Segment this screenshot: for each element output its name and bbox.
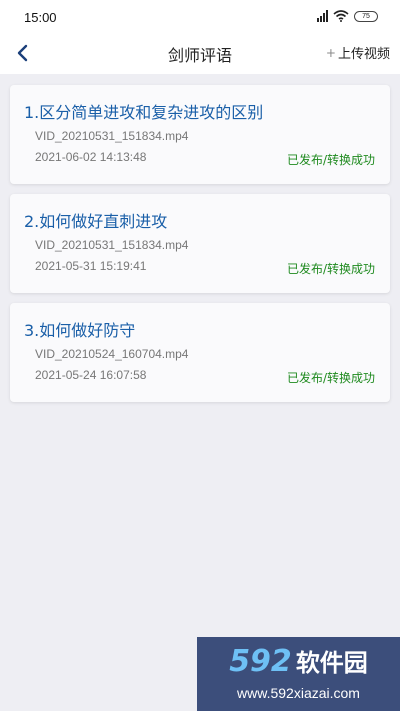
watermark-number: 592 (229, 644, 292, 679)
item-status: 已发布/转换成功 (286, 262, 375, 276)
item-status: 已发布/转换成功 (286, 153, 375, 167)
status-time: 15:00 (24, 10, 57, 25)
watermark-name: 软件园 (295, 649, 368, 677)
item-filename: VID_20210531_151834.mp4 (35, 129, 189, 143)
upload-video-button[interactable]: + 上传视频 (325, 43, 390, 63)
item-filename: VID_20210524_160704.mp4 (35, 347, 189, 361)
item-date: 2021-05-31 15:19:41 (35, 259, 147, 273)
battery-icon: 75 (354, 10, 378, 22)
status-icons: 75 (317, 10, 378, 22)
watermark-brand: 592 软件园 (197, 643, 400, 679)
item-title: 1.区分简单进攻和复杂进攻的区别 (24, 103, 264, 122)
item-filename: VID_20210531_151834.mp4 (35, 238, 189, 252)
video-list: 1.区分简单进攻和复杂进攻的区别 VID_20210531_151834.mp4… (10, 85, 390, 412)
status-bar: 15:00 75 (0, 0, 400, 34)
nav-bar: 剑师评语 + 上传视频 (0, 34, 400, 74)
wifi-icon (333, 10, 349, 22)
signal-icon (317, 10, 328, 22)
item-title: 3.如何做好防守 (24, 321, 136, 340)
item-date: 2021-05-24 16:07:58 (35, 368, 147, 382)
item-status: 已发布/转换成功 (286, 371, 375, 385)
plus-icon: + (325, 45, 336, 60)
list-item[interactable]: 3.如何做好防守 VID_20210524_160704.mp4 2021-05… (10, 303, 390, 402)
item-date: 2021-06-02 14:13:48 (35, 150, 147, 164)
watermark-url: www.592xiazai.com (237, 685, 360, 701)
list-item[interactable]: 1.区分简单进攻和复杂进攻的区别 VID_20210531_151834.mp4… (10, 85, 390, 184)
item-title: 2.如何做好直刺进攻 (24, 212, 168, 231)
upload-video-label: 上传视频 (337, 47, 390, 62)
battery-level: 75 (362, 12, 370, 20)
watermark-logo: 592 软件园 www.592xiazai.com (197, 637, 400, 711)
list-item[interactable]: 2.如何做好直刺进攻 VID_20210531_151834.mp4 2021-… (10, 194, 390, 293)
